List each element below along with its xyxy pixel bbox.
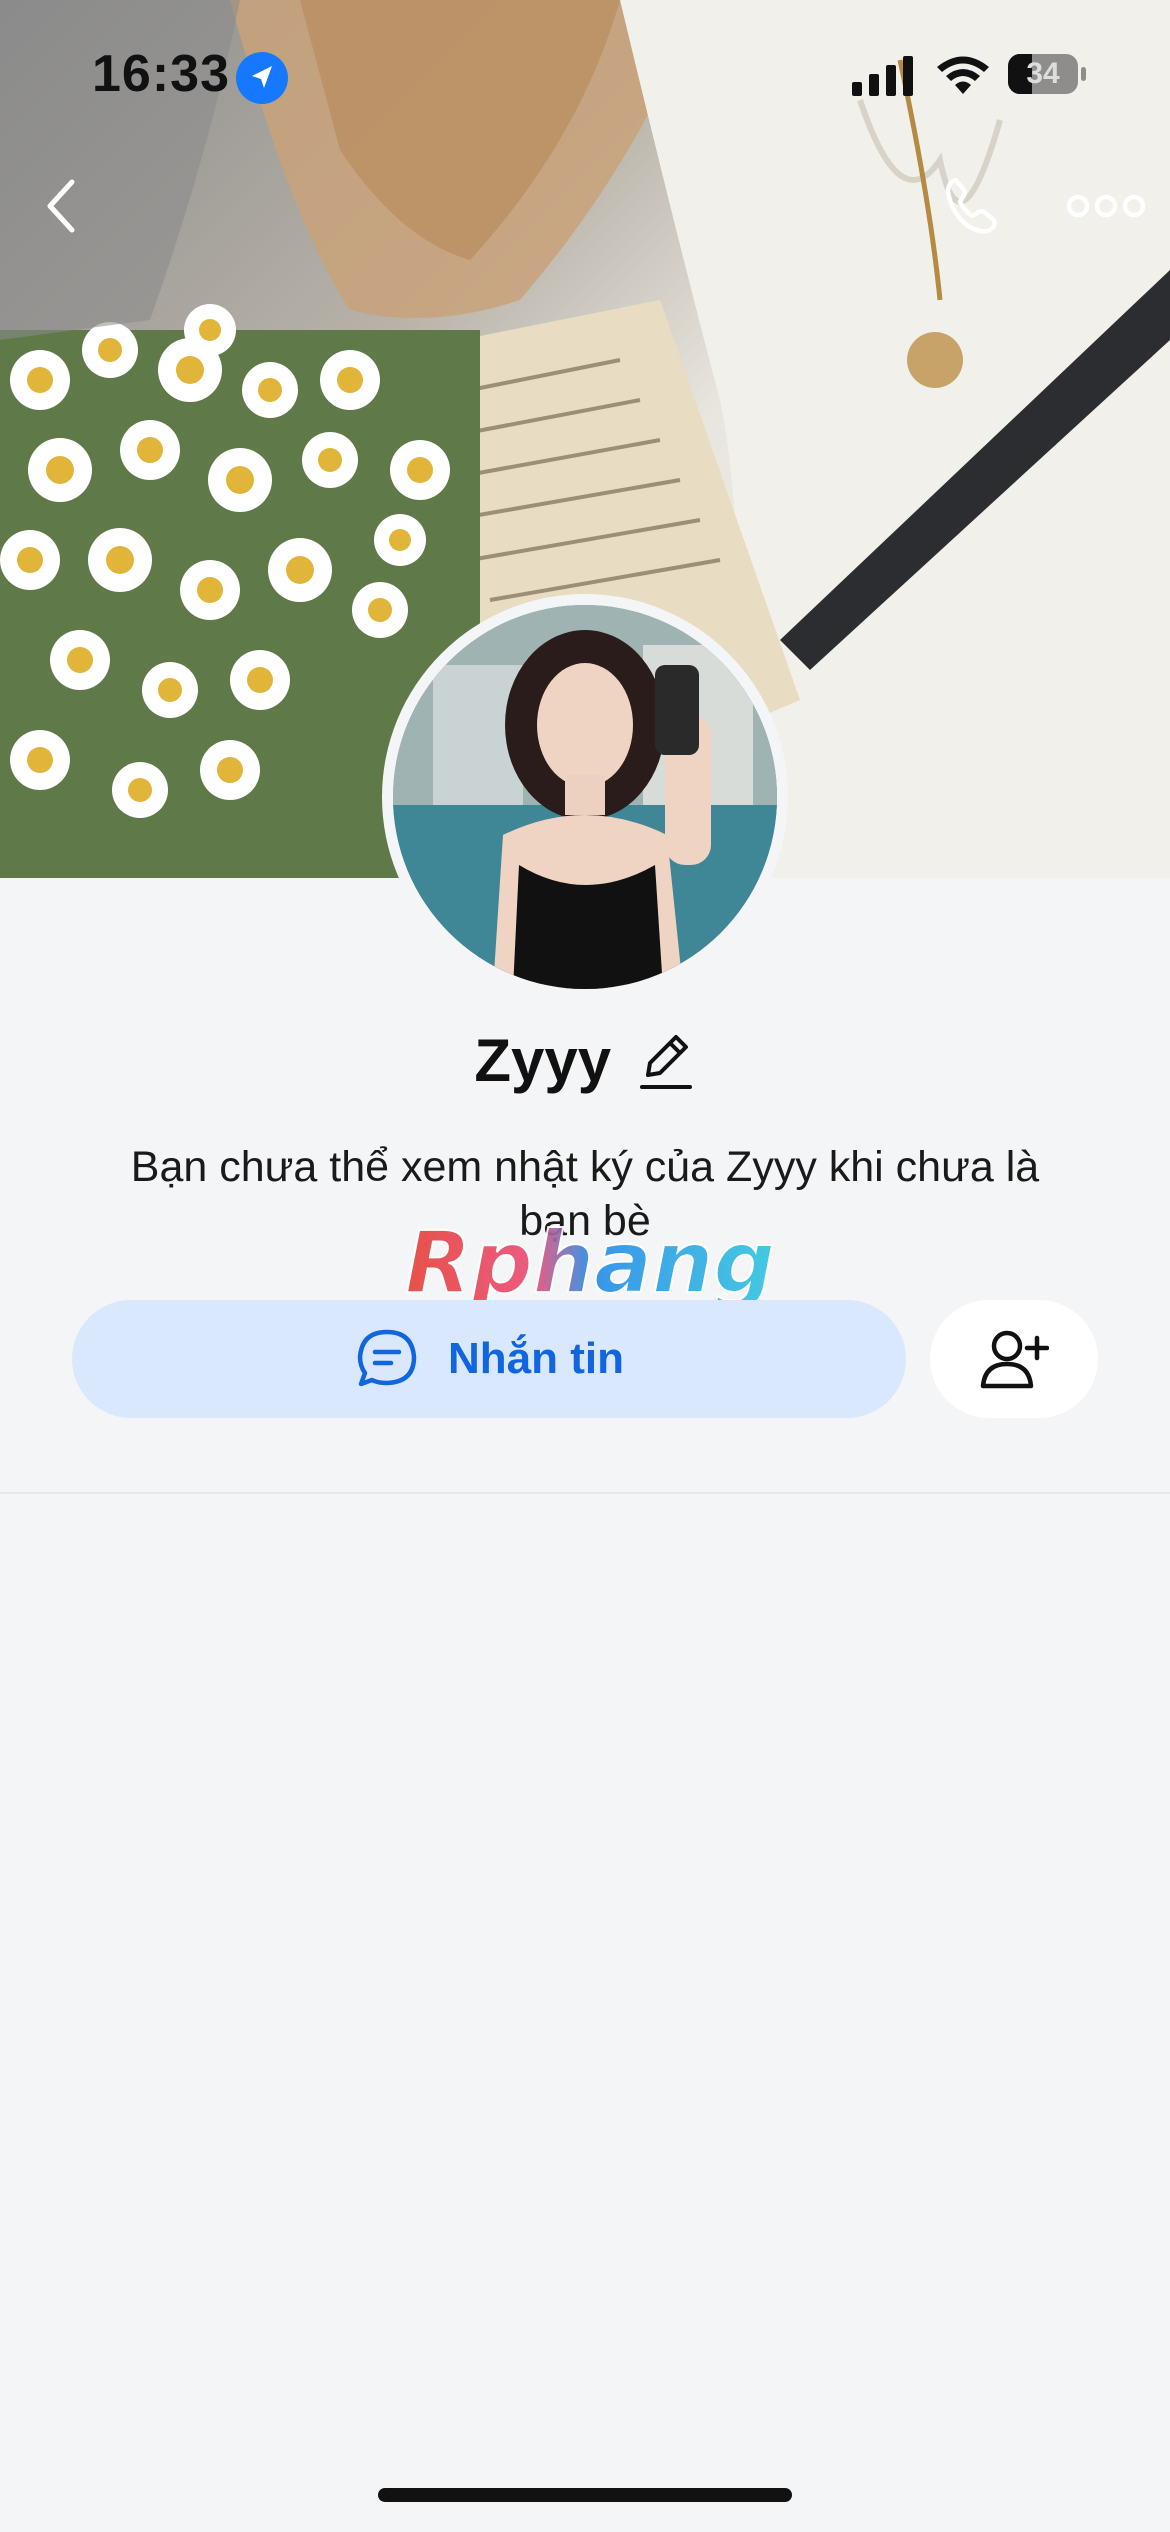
svg-text:Rphang: Rphang (405, 1213, 775, 1313)
wifi-icon (937, 56, 989, 94)
add-friend-button[interactable] (930, 1300, 1098, 1418)
pencil-icon[interactable] (636, 1029, 696, 1093)
battery-indicator: 34 (1008, 54, 1088, 96)
more-horizontal-icon[interactable] (1066, 186, 1146, 226)
avatar[interactable] (382, 594, 788, 1000)
chat-bubble-icon (357, 1329, 417, 1387)
message-button[interactable]: Nhắn tin (72, 1300, 906, 1418)
chevron-left-icon[interactable] (36, 170, 92, 242)
avatar-image (393, 605, 777, 989)
phone-icon[interactable] (938, 172, 1006, 240)
cellular-signal-icon (852, 56, 913, 96)
section-divider (0, 1492, 1170, 1494)
status-time: 16:33 (92, 45, 230, 103)
message-button-label: Nhắn tin (448, 1334, 624, 1383)
add-user-icon (980, 1330, 1049, 1389)
status-bar: 16:33 34 (0, 0, 1170, 150)
profile-name-row: Zyyy (0, 1026, 1170, 1106)
location-arrow-icon (236, 52, 288, 104)
home-indicator[interactable] (378, 2488, 792, 2502)
profile-name: Zyyy (474, 1027, 612, 1094)
battery-level: 34 (1026, 57, 1060, 90)
